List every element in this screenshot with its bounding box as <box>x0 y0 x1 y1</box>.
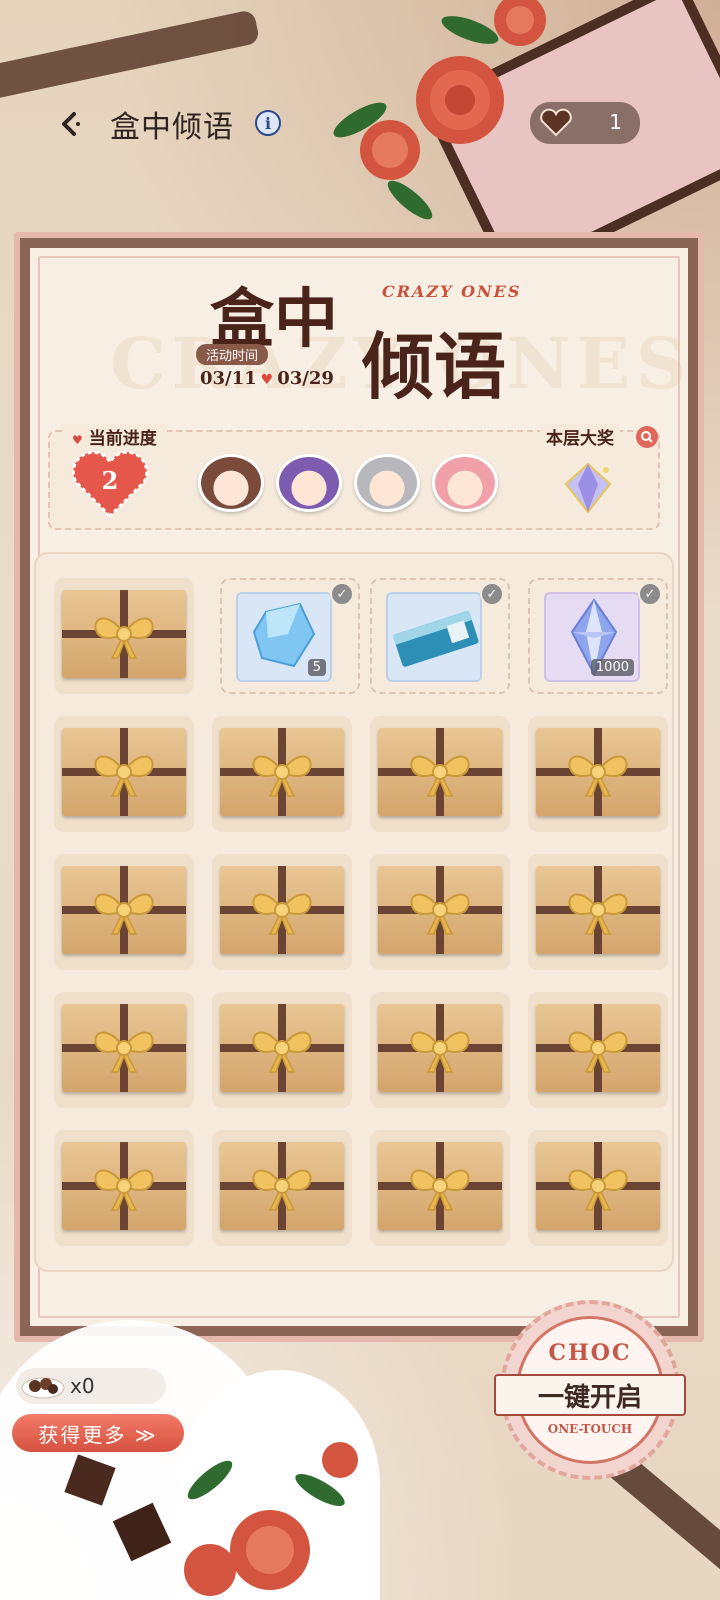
gift-box-cell[interactable] <box>528 992 668 1108</box>
gift-box-cell[interactable] <box>528 716 668 832</box>
character-avatar-3 <box>354 454 420 512</box>
bow-icon <box>568 1169 628 1211</box>
bow-icon <box>252 1169 312 1211</box>
chocolate-currency-count: 1 <box>609 110 622 134</box>
gift-box-icon <box>220 728 344 816</box>
chocolate-inventory: x0 <box>16 1368 166 1404</box>
gift-box-icon <box>378 728 502 816</box>
bow-icon <box>568 893 628 935</box>
progress-value: 2 <box>101 466 119 495</box>
gift-box-icon <box>378 866 502 954</box>
gift-box-cell[interactable] <box>54 716 194 832</box>
gift-box-cell[interactable] <box>370 854 510 970</box>
gift-box-icon <box>536 728 660 816</box>
progress-label: ♥ 当前进度 <box>62 424 167 449</box>
gift-box-icon <box>62 1142 186 1230</box>
reward-quantity: 5 <box>307 659 326 676</box>
event-time-label: 活动时间 <box>196 344 269 365</box>
gift-box-icon <box>536 1142 660 1230</box>
reward-quantity: 1000 <box>590 659 634 676</box>
gift-box-icon <box>378 1142 502 1230</box>
grand-prize-label: 本层大奖 <box>540 424 620 449</box>
one-touch-bottom-text: ONE-TOUCH <box>547 1422 633 1436</box>
check-icon: ✓ <box>330 582 354 606</box>
check-icon: ✓ <box>638 582 662 606</box>
gift-box-icon <box>536 1004 660 1092</box>
chocolate-decoration <box>64 1454 172 1562</box>
chocolate-currency[interactable]: 1 <box>530 102 640 144</box>
gift-box-cell[interactable] <box>212 992 352 1108</box>
get-more-button[interactable]: 获得更多 ≫ <box>12 1414 184 1452</box>
page-title: 盒中倾语 <box>110 110 234 145</box>
info-button[interactable]: i <box>255 110 281 136</box>
heart-dot-icon: ♥ <box>72 433 83 447</box>
chocolate-plate-icon <box>21 1377 65 1399</box>
event-date-range: 03/11 ♥ 03/29 <box>200 368 334 389</box>
character-avatar-1 <box>198 454 264 512</box>
gift-box-cell[interactable] <box>212 1130 352 1246</box>
bow-icon <box>94 1031 154 1073</box>
bow-icon <box>94 617 154 659</box>
reward-cell[interactable]: ✓ <box>370 578 510 694</box>
bow-icon <box>94 1169 154 1211</box>
event-title-line2: 倾语 <box>362 324 507 409</box>
bow-icon <box>94 755 154 797</box>
gift-box-icon <box>220 1004 344 1092</box>
check-icon: ✓ <box>480 582 504 606</box>
bow-icon <box>94 893 154 935</box>
grand-prize-crystal-icon[interactable] <box>560 460 616 516</box>
gift-box-cell[interactable] <box>54 1130 194 1246</box>
chocolate-inventory-count: x0 <box>70 1374 95 1398</box>
gift-box-icon <box>220 1142 344 1230</box>
start-date: 03/11 <box>200 368 257 389</box>
chocolate-heart-icon <box>540 108 572 137</box>
reward-card: 5 <box>236 592 332 682</box>
gift-box-cell[interactable] <box>370 716 510 832</box>
gift-box-icon <box>378 1004 502 1092</box>
bow-icon <box>252 755 312 797</box>
event-subtitle: CRAZY ONES <box>382 282 522 301</box>
end-date: 03/29 <box>277 368 334 389</box>
gift-box-icon <box>62 728 186 816</box>
one-touch-open-button[interactable]: CHOC 一键开启 ONE-TOUCH <box>494 1300 686 1480</box>
bow-icon <box>410 893 470 935</box>
top-bar: 盒中倾语 i 1 <box>0 92 720 162</box>
gift-box-cell[interactable] <box>212 716 352 832</box>
one-touch-label: 一键开启 <box>494 1374 686 1416</box>
search-icon <box>641 431 653 443</box>
ticket-icon <box>392 610 479 667</box>
roses-decoration <box>184 1442 358 1596</box>
bow-icon <box>252 893 312 935</box>
bow-icon <box>568 1031 628 1073</box>
gift-box-cell[interactable] <box>528 1130 668 1246</box>
gift-box-cell[interactable] <box>54 854 194 970</box>
reward-cell[interactable]: 1000 ✓ <box>528 578 668 694</box>
gift-box-cell[interactable] <box>370 992 510 1108</box>
bow-icon <box>410 1031 470 1073</box>
gift-box-cell[interactable] <box>212 854 352 970</box>
bow-icon <box>252 1031 312 1073</box>
gift-box-cell[interactable] <box>54 578 194 694</box>
gift-box-icon <box>62 590 186 678</box>
gift-box-cell[interactable] <box>370 1130 510 1246</box>
heart-icon: ♥ <box>260 372 274 388</box>
back-button[interactable] <box>50 104 90 144</box>
reward-card: 1000 <box>544 592 640 682</box>
reward-card <box>386 592 482 682</box>
gift-box-cell[interactable] <box>54 992 194 1108</box>
character-avatar-2 <box>276 454 342 512</box>
reward-cell[interactable]: 5 ✓ <box>220 578 360 694</box>
bow-icon <box>568 755 628 797</box>
character-avatar-4 <box>432 454 498 512</box>
gift-box-cell[interactable] <box>528 854 668 970</box>
bow-icon <box>410 1169 470 1211</box>
bow-icon <box>410 755 470 797</box>
back-arrow-icon <box>62 112 80 136</box>
gift-box-icon <box>536 866 660 954</box>
gift-box-icon <box>62 1004 186 1092</box>
prize-preview-button[interactable] <box>636 426 658 448</box>
gift-box-icon <box>220 866 344 954</box>
gift-box-icon <box>62 866 186 954</box>
one-touch-top-text: CHOC <box>548 1340 632 1366</box>
